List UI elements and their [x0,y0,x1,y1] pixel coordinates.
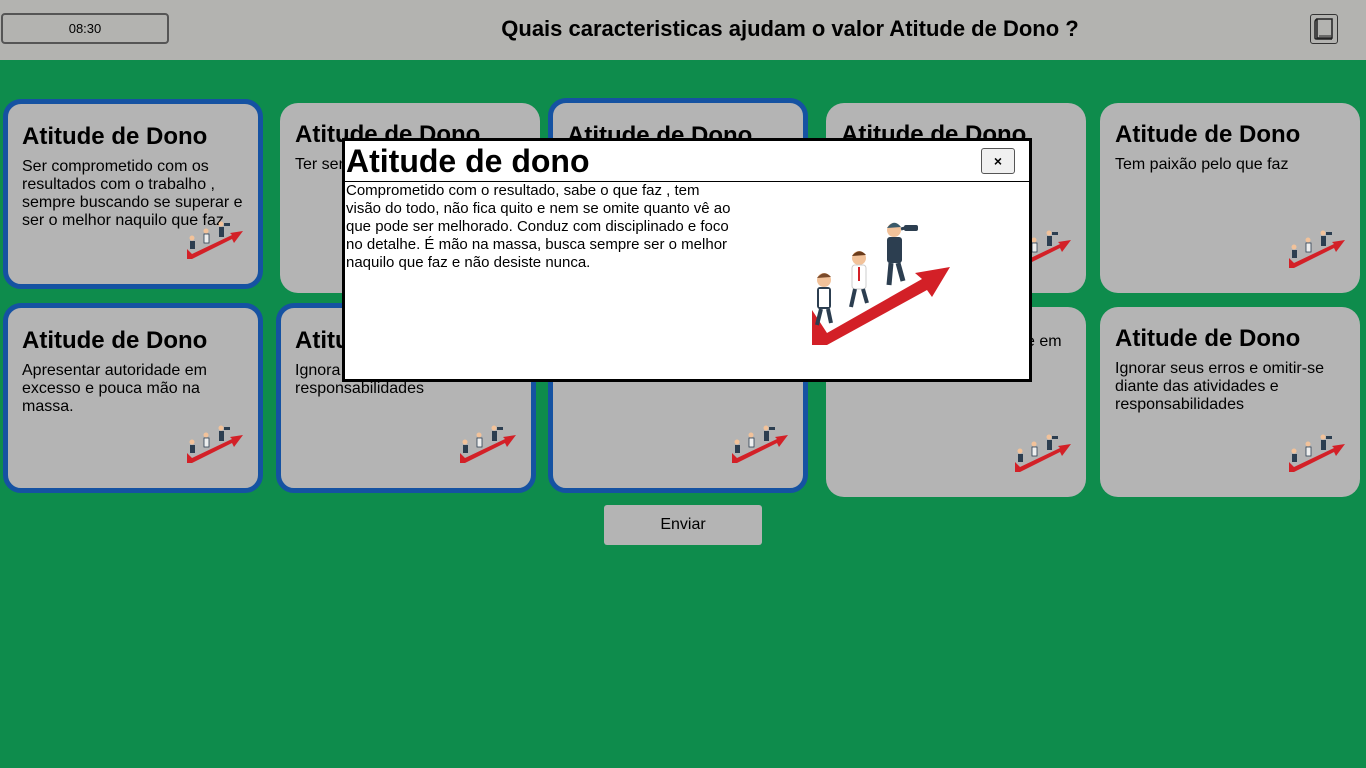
answer-card[interactable]: Atitude de Dono Ignorar seus erros e omit… [1100,307,1360,497]
top-bar: 08:30 Quais caracteristicas ajudam o val… [0,0,1366,60]
modal-header: Atitude de dono × [345,141,1029,182]
card-text: Tem paixão pelo que faz [1115,156,1289,173]
close-button[interactable]: × [981,148,1015,174]
card-text: Apresentar autoridade em excesso e pouca… [22,362,207,415]
team-climbing-icon [731,425,789,470]
answer-card[interactable]: Atitude de Dono Tem paixão pelo que faz [1100,103,1360,293]
team-climbing-icon [186,425,244,470]
info-modal: Atitude de dono × Comprometido com o res… [342,138,1032,382]
card-title: Atitude de Dono [1115,121,1301,148]
team-climbing-icon [1288,230,1346,275]
team-climbing-icon [1014,434,1072,479]
modal-description: Comprometido com o resultado, sabe o que… [346,182,731,271]
card-title: Atitude de Dono [22,327,208,354]
question-title: Quais caracteristicas ajudam o valor Ati… [501,16,1079,41]
team-climbing-icon [186,221,244,266]
timer: 08:30 [1,13,169,44]
card-title: Atitude de Dono [1115,325,1301,352]
team-climbing-icon [1288,434,1346,479]
book-button[interactable] [1310,14,1338,44]
card-text: Ser comprometido com os resultados com o… [22,158,243,229]
card-title: Atitude de Dono [22,123,208,150]
card-text: Ignorar seus erros e omitir-se diante da… [1115,360,1324,413]
team-climbing-icon [459,425,517,470]
send-button[interactable]: Enviar [604,505,762,545]
answer-card[interactable]: Atitude de Dono Apresentar autoridade em … [3,303,263,493]
modal-title: Atitude de dono [346,143,590,179]
book-icon [1314,18,1333,40]
business-team-climbing-icon [812,222,950,345]
answer-card[interactable]: Atitude de Dono Ser comprometido com os r… [3,99,263,289]
